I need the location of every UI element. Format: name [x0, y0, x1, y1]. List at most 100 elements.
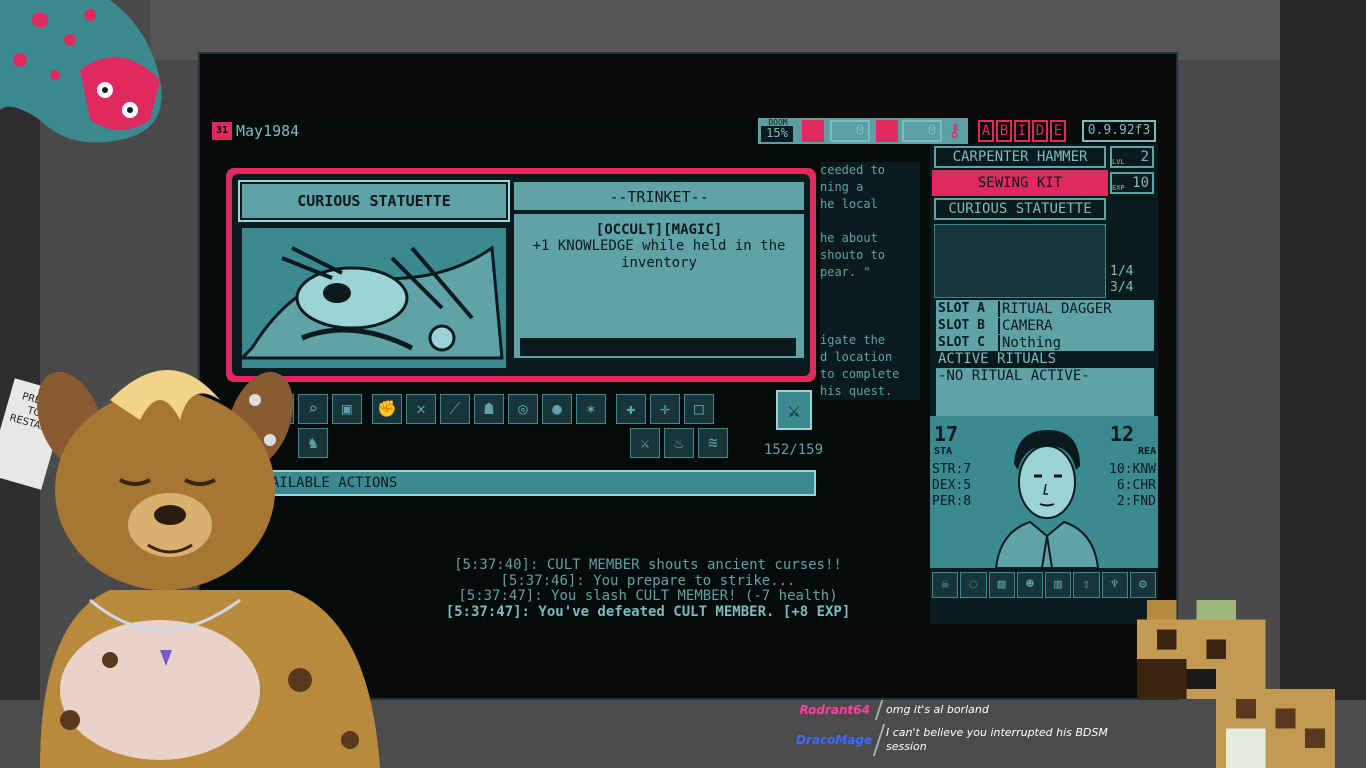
- stat-str: STR:7: [932, 462, 972, 477]
- head-icon[interactable]: ●: [542, 394, 572, 424]
- swords-icon[interactable]: ⚔: [630, 428, 660, 458]
- inventory-item[interactable]: CARPENTER HAMMER: [934, 146, 1106, 168]
- story-line: pear. ": [820, 265, 871, 279]
- stat-fnd: 2:FND: [1116, 494, 1156, 509]
- stream-chat: Rodrant64 omg it's al borland DracoMage …: [796, 700, 1126, 760]
- slot-row[interactable]: SLOT B CAMERA: [936, 317, 1154, 334]
- letter-e: E: [1050, 120, 1066, 142]
- key-icon: ⚷: [948, 120, 962, 141]
- rituals-status: -NO RITUAL ACTIVE-: [938, 368, 1090, 384]
- chat-message: Rodrant64 omg it's al borland: [796, 700, 1126, 720]
- chat-username[interactable]: Rodrant64: [796, 703, 878, 717]
- character-portrait: [986, 424, 1106, 568]
- inventory-item[interactable]: CURIOUS STATUETTE: [934, 198, 1106, 220]
- inventory-grid[interactable]: [934, 224, 1106, 298]
- dpad-icon[interactable]: ✛: [650, 394, 680, 424]
- fire-icon[interactable]: ♨: [664, 428, 694, 458]
- stamina-value: 17: [934, 422, 959, 446]
- log-line: [5:37:46]: You prepare to strike...: [500, 572, 796, 589]
- item-tags: [OCCULT][MAGIC]: [595, 222, 723, 238]
- item-card[interactable]: CURIOUS STATUETTE --TRINKET-- [OCCULT][M…: [226, 168, 816, 382]
- chat-text: I can't believe you interrupted his BDSM…: [886, 726, 1108, 753]
- hyena-vtuber-avatar: [37, 370, 380, 768]
- film-icon: [876, 120, 898, 142]
- level-value: 2: [1110, 146, 1154, 168]
- doom-value: 15%: [761, 126, 793, 142]
- target-icon[interactable]: ◎: [508, 394, 538, 424]
- character-panel: CARPENTER HAMMER SEWING KIT CURIOUS STAT…: [930, 144, 1158, 624]
- combat-log: [5:37:40]: CULT MEMBER shouts ancient cu…: [358, 557, 938, 620]
- character-sheet: 17 STA 12 REA STR:7 DEX:5 PER:8 10:KNW 6…: [930, 416, 1158, 568]
- story-line: [820, 213, 920, 230]
- calendar-icon: 31: [212, 122, 232, 140]
- levelup-icon[interactable]: ⇪: [1073, 572, 1100, 598]
- stat-chr: 6:CHR: [1116, 478, 1156, 493]
- reason-label: REA: [1137, 446, 1156, 457]
- chart-icon[interactable]: ▥: [1045, 572, 1072, 598]
- menu-icon-row: ☠ ◌ ▨ ☻ ▥ ⇪ ♆ ⚙: [930, 572, 1158, 600]
- chat-text: omg it's al borland: [886, 703, 989, 716]
- log-line: [5:37:47]: You've defeated CULT MEMBER. …: [445, 603, 851, 620]
- item-effect: +1 KNOWLEDGE while held in the inventory: [532, 238, 786, 271]
- slot-key: SLOT A: [938, 301, 985, 316]
- spiral-icon[interactable]: ◌: [960, 572, 987, 598]
- story-line: ceeded to: [820, 163, 886, 177]
- person-icon[interactable]: ☗: [474, 394, 504, 424]
- stamina-label: STA: [934, 446, 953, 457]
- stat-per: PER:8: [932, 494, 972, 509]
- skull-icon[interactable]: ☠: [932, 572, 959, 598]
- claw-icon[interactable]: ≋: [698, 428, 728, 458]
- story-line: ning a: [820, 180, 864, 194]
- story-line: igate the: [820, 333, 886, 347]
- slot-value: Nothing: [998, 334, 1154, 351]
- slot-row[interactable]: SLOT A RITUAL DAGGER: [936, 300, 1154, 317]
- hyena-plush-sticker: [0, 0, 162, 143]
- ratio-two: 3/4: [1110, 280, 1134, 295]
- story-line: [820, 315, 920, 332]
- log-line: [5:37:47]: You slash CULT MEMBER! (-7 he…: [458, 588, 838, 604]
- slot-key: SLOT B: [938, 318, 985, 333]
- blank-action-icon[interactable]: □: [684, 394, 714, 424]
- equipment-slots: SLOT A RITUAL DAGGER SLOT B CAMERA SLOT …: [936, 300, 1154, 416]
- attack-cursor-icon[interactable]: ⚔: [776, 390, 812, 430]
- chat-message: DracoMage I can't believe you interrupte…: [796, 724, 1126, 756]
- cross-icon[interactable]: ✕: [406, 394, 436, 424]
- story-line: [820, 298, 920, 315]
- item-type: --TRINKET--: [514, 182, 804, 212]
- item-title: CURIOUS STATUETTE: [238, 180, 510, 222]
- slot-value: RITUAL DAGGER: [998, 300, 1154, 317]
- knife-icon[interactable]: ⟋: [440, 394, 470, 424]
- letter-d: D: [1032, 120, 1048, 142]
- octopus-icon[interactable]: ♆: [1101, 572, 1128, 598]
- splat-icon[interactable]: ✶: [576, 394, 606, 424]
- story-line: he local: [820, 197, 878, 211]
- chat-username[interactable]: DracoMage: [796, 733, 878, 747]
- mystery-letters: A B I D E: [978, 120, 1066, 142]
- frame-top: [150, 0, 1280, 60]
- story-line: d location: [820, 350, 893, 364]
- statuette-illustration: [242, 228, 506, 368]
- inventory-item-selected[interactable]: SEWING KIT: [932, 170, 1108, 196]
- stat-dex: DEX:5: [932, 478, 972, 493]
- slot-key: SLOT C: [938, 335, 985, 350]
- slot-value: CAMERA: [998, 317, 1154, 334]
- letter-a: A: [978, 120, 994, 142]
- story-line: his quest.: [820, 384, 893, 398]
- mask-icon[interactable]: ☻: [1016, 572, 1043, 598]
- slot-row[interactable]: SLOT C Nothing: [936, 334, 1154, 351]
- pixel-hyena-sprite: [1137, 599, 1335, 768]
- item-card-body: CURIOUS STATUETTE --TRINKET-- [OCCULT][M…: [232, 174, 810, 376]
- counter-two: 0: [902, 120, 942, 142]
- photo-icon[interactable]: ▨: [988, 572, 1015, 598]
- date-display: May1984: [236, 122, 300, 140]
- plus-icon[interactable]: ✚: [616, 394, 646, 424]
- gift-icon: [802, 120, 824, 142]
- physical-stats: STR:7 DEX:5 PER:8: [932, 462, 971, 510]
- action-points: 152/159: [764, 442, 824, 458]
- letter-i: I: [1014, 120, 1030, 142]
- item-description: [OCCULT][MAGIC] +1 KNOWLEDGE while held …: [514, 214, 804, 358]
- mental-stats: 10:KNW 6:CHR 2:FND: [1109, 462, 1156, 510]
- story-line: to complete: [820, 367, 900, 381]
- story-line: he about: [820, 231, 878, 245]
- letter-b: B: [996, 120, 1012, 142]
